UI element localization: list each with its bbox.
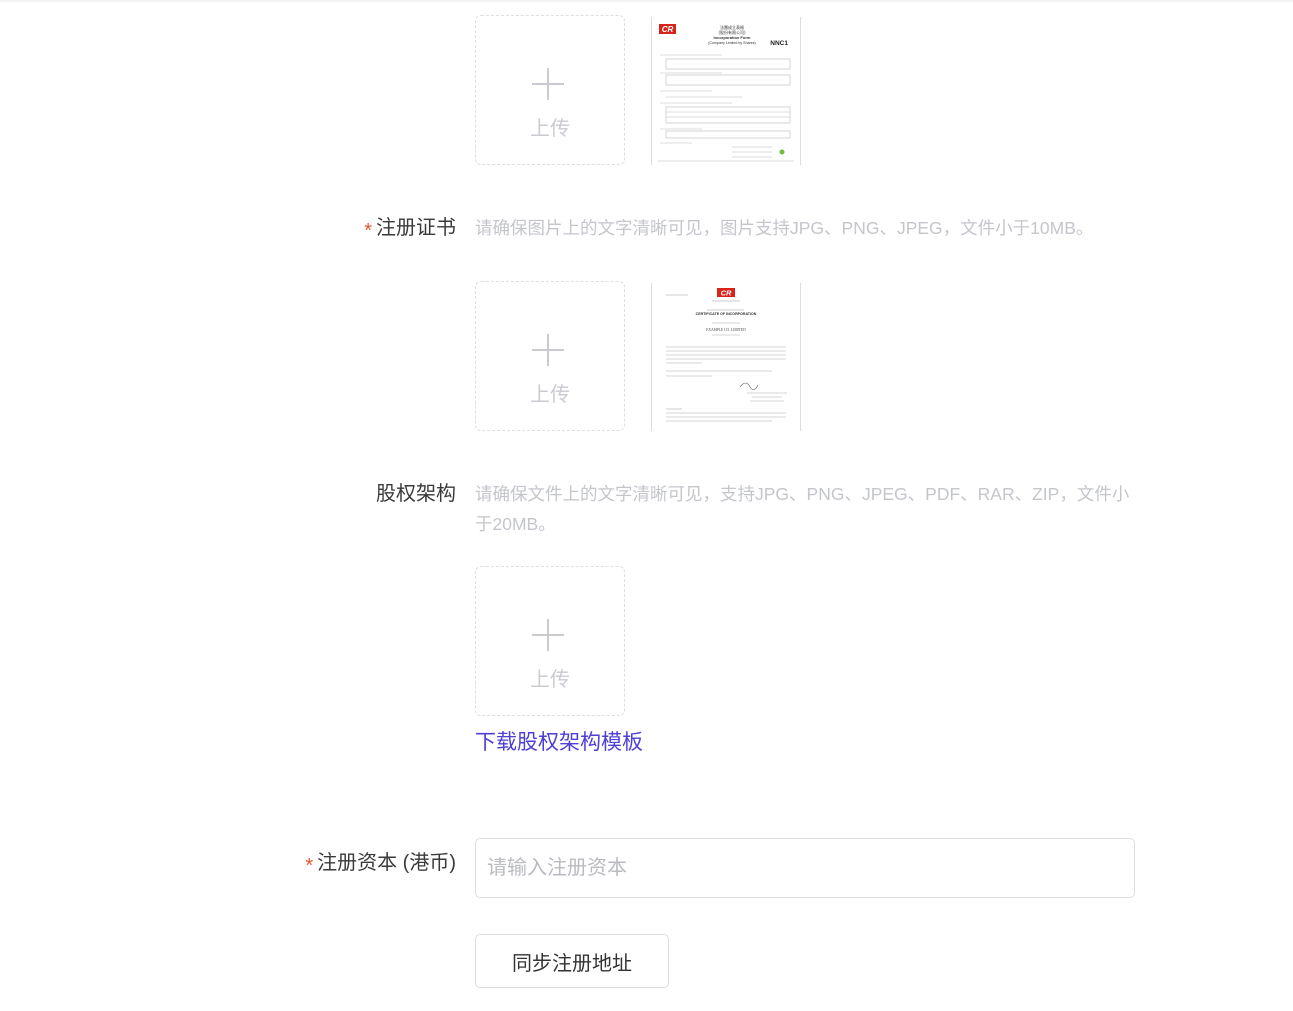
- equity-label: 股权架构: [376, 480, 456, 508]
- capital-input[interactable]: [475, 838, 1135, 898]
- required-mark: *: [305, 855, 314, 877]
- top-divider: [0, 0, 1293, 2]
- upload-reg-cert[interactable]: 上传: [475, 281, 625, 431]
- required-mark: *: [364, 220, 372, 242]
- incorporation-form-thumbnail[interactable]: CR 法團成立表格 (股份有限公司) Incorporation Form (C…: [651, 17, 801, 165]
- form-title-en: Incorporation Form: [714, 35, 751, 40]
- cert-company: EXAMPLE CO. LIMITED: [706, 328, 746, 332]
- capital-label-text: 注册资本 (港币): [317, 852, 456, 874]
- upload-incorporation-form[interactable]: 上传: [475, 15, 625, 165]
- cert-logo-text: CR: [721, 289, 732, 298]
- upload-label: 上传: [530, 669, 570, 691]
- equity-hint: 请确保文件上的文字清晰可见，支持JPG、PNG、JPEG、PDF、RAR、ZIP…: [475, 484, 1130, 534]
- capital-label: * 注册资本 (港币): [305, 849, 456, 877]
- upload-label: 上传: [530, 118, 570, 140]
- reg-cert-hint: 请确保图片上的文字清晰可见，图片支持JPG、PNG、JPEG，文件小于10MB。: [475, 218, 1094, 238]
- plus-icon: [532, 334, 564, 366]
- equity-label-text: 股权架构: [376, 483, 456, 505]
- reg-cert-preview: CR CERTIFICATE OF INCORPORATION EXAMPLE …: [666, 288, 787, 422]
- sync-address-button[interactable]: 同步注册地址: [475, 934, 669, 988]
- incorporation-form-preview: CR 法團成立表格 (股份有限公司) Incorporation Form (C…: [658, 24, 794, 162]
- cr-logo-text: CR: [662, 25, 674, 34]
- download-equity-template-link[interactable]: 下载股权架构模板: [475, 726, 643, 756]
- reg-cert-thumbnail[interactable]: CR CERTIFICATE OF INCORPORATION EXAMPLE …: [651, 283, 801, 431]
- upload-equity-structure[interactable]: 上传: [475, 566, 625, 716]
- plus-icon: [532, 68, 564, 100]
- form-subtitle-en: (Company Limited by Shares): [708, 41, 756, 45]
- reg-cert-label-text: 注册证书: [376, 217, 456, 239]
- cert-title: CERTIFICATE OF INCORPORATION: [696, 312, 757, 316]
- reg-cert-label: * 注册证书: [364, 214, 456, 242]
- form-number: NNC1: [770, 40, 788, 47]
- plus-icon: [532, 619, 564, 651]
- upload-label: 上传: [530, 384, 570, 406]
